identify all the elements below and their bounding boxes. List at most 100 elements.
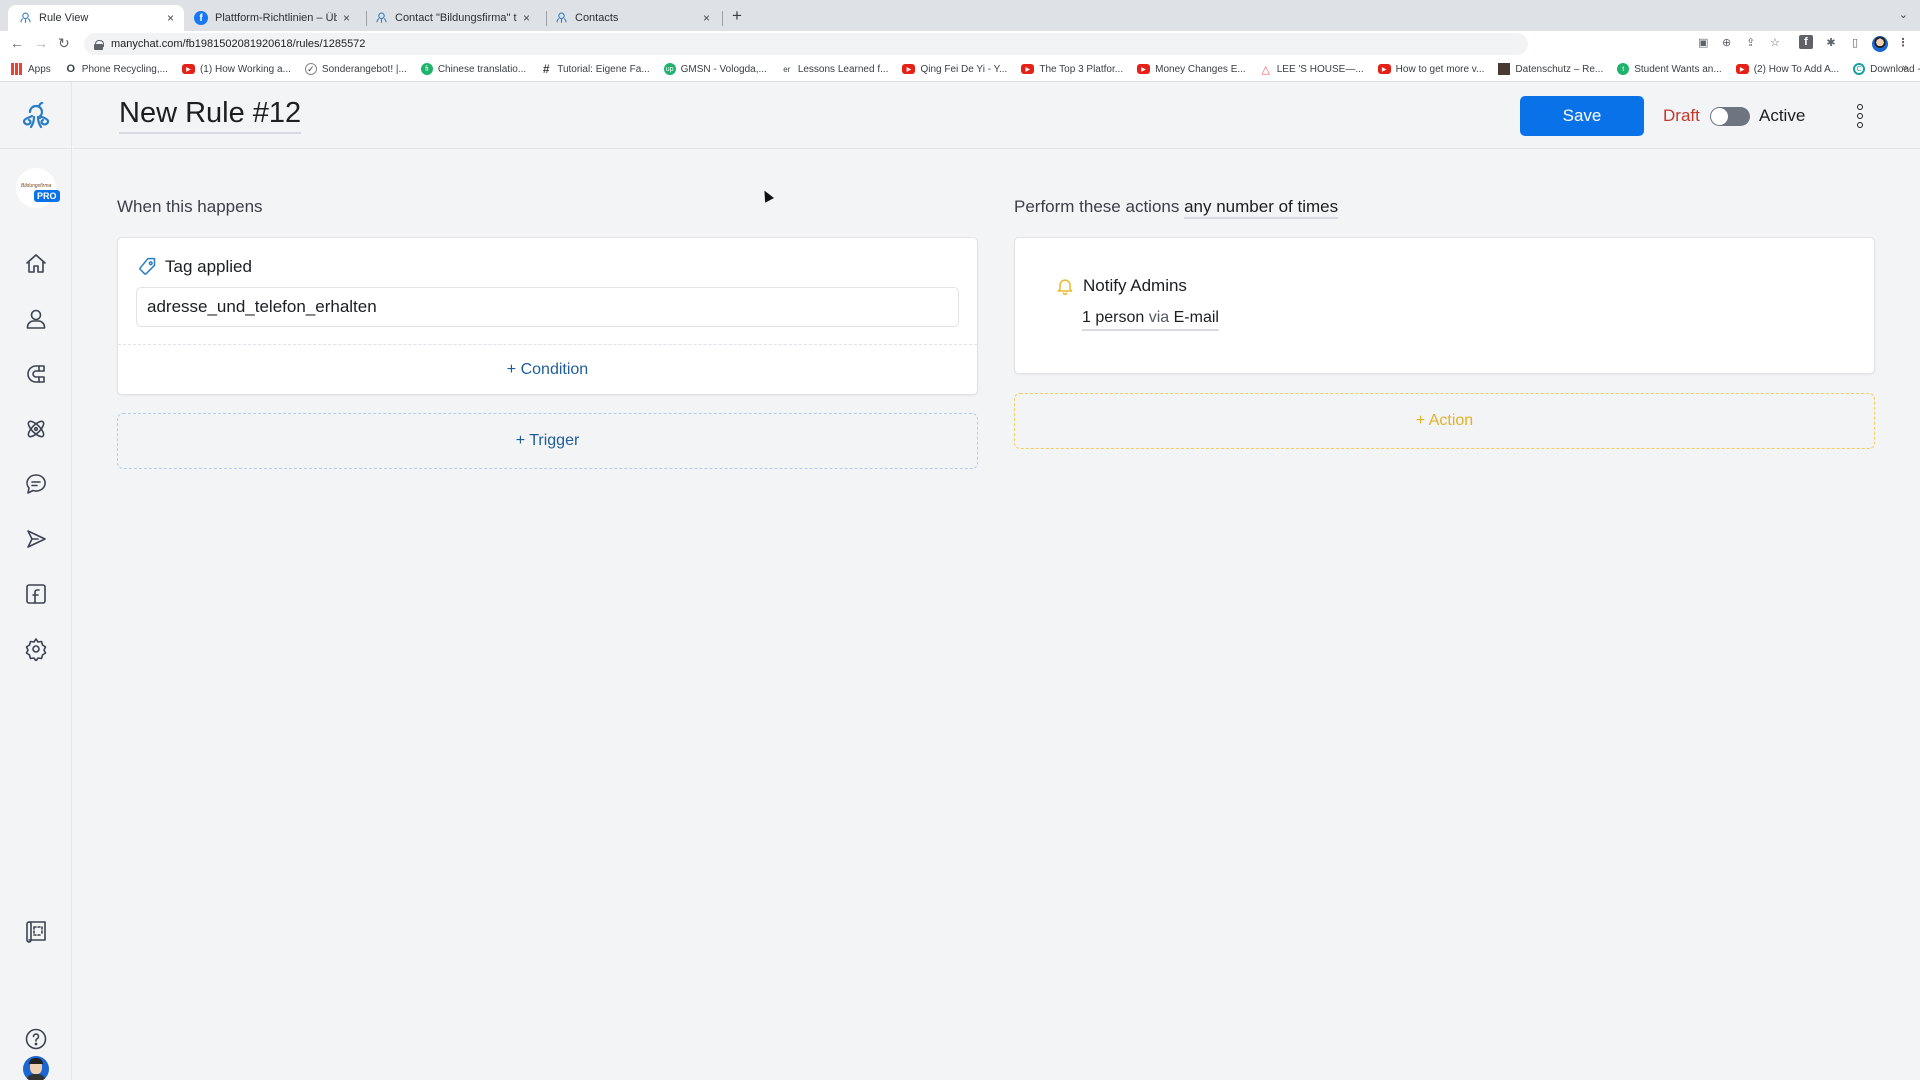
zoom-icon[interactable]: ⊕	[1722, 36, 1731, 49]
bookmark-item[interactable]: O Phone Recycling,...	[65, 63, 168, 75]
back-button[interactable]: ←	[10, 35, 24, 51]
dot	[1857, 113, 1863, 119]
bookmarks-bar: Apps O Phone Recycling,... ▶ (1) How Worki…	[0, 57, 1920, 82]
bookmark-item[interactable]: ▶ (1) How Working a...	[181, 64, 291, 75]
manychat-logo-icon	[22, 101, 50, 129]
lock-icon	[94, 39, 104, 50]
bookmark-item[interactable]: t Student Wants an...	[1617, 63, 1722, 75]
browser-tab-rule-view[interactable]: Rule View ×	[8, 5, 184, 31]
bookmark-item[interactable]: Datenschutz – Re...	[1498, 63, 1603, 75]
youtube-icon: ▶	[1735, 64, 1749, 74]
bookmark-item[interactable]: fi Chinese translatio...	[420, 63, 526, 75]
save-button[interactable]: Save	[1520, 96, 1644, 136]
more-options-button[interactable]	[1853, 102, 1867, 130]
browser-menu-icon[interactable]: ⋮	[1896, 35, 1910, 49]
sidebar-item-home[interactable]	[24, 252, 48, 276]
close-icon[interactable]: ×	[703, 11, 710, 25]
bookmark-item[interactable]: ▶ The Top 3 Platfor...	[1021, 64, 1123, 75]
youtube-icon: ▶	[181, 64, 195, 74]
bookmark-item[interactable]: # Tutorial: Eigene Fa...	[540, 62, 650, 76]
airbnb-icon: △	[1261, 63, 1270, 76]
action-recipients-link[interactable]: 1 person via E-mail	[1082, 309, 1219, 331]
share-icon[interactable]: ⇪	[1746, 36, 1755, 49]
sidebar-item-automation[interactable]	[24, 417, 48, 441]
sidebar-item-help[interactable]	[24, 1027, 48, 1051]
sidebar-item-contacts[interactable]	[24, 307, 48, 331]
app-sidebar: Bildungsfirma PRO	[0, 82, 72, 1080]
send-icon	[27, 530, 46, 548]
new-tab-button[interactable]: +	[732, 6, 742, 26]
atom-icon	[27, 420, 45, 438]
account-switcher[interactable]: Bildungsfirma PRO	[16, 168, 60, 208]
avatar[interactable]	[23, 1056, 49, 1080]
tag-select-field[interactable]: adresse_und_telefon_erhalten	[136, 287, 959, 327]
bookmark-item[interactable]: ▶ How to get more v...	[1377, 64, 1484, 75]
facebook-icon: f	[194, 11, 208, 25]
sidebar-item-broadcasting[interactable]	[24, 527, 48, 551]
account-logo-text: Bildungsfirma	[21, 183, 52, 189]
bookmark-star-icon[interactable]: ☆	[1770, 36, 1780, 49]
bookmark-item[interactable]: CDownload - Cooki...	[1853, 63, 1920, 75]
close-icon[interactable]: ×	[523, 11, 530, 25]
help-icon	[25, 1028, 47, 1050]
bookmarks-overflow-button[interactable]: »	[1902, 62, 1908, 74]
hashtag-icon: #	[542, 62, 550, 76]
action-frequency-selector[interactable]: any number of times	[1184, 197, 1339, 219]
sidebar-item-growth-tools[interactable]	[24, 362, 48, 386]
bookmark-item[interactable]: up GMSN - Vologda,...	[663, 63, 767, 75]
translate-icon[interactable]: ▣	[1698, 36, 1708, 49]
bookmark-item[interactable]: ▶ Qing Fei De Yi - Y...	[902, 64, 1007, 75]
bookmark-item[interactable]: ▶ Money Changes E...	[1137, 64, 1246, 75]
active-toggle[interactable]	[1710, 107, 1750, 126]
tab-search-chevron-icon[interactable]: ⌄	[1899, 8, 1908, 21]
action-card[interactable]: Notify Admins 1 person via E-mail	[1014, 237, 1875, 374]
draft-label: Draft	[1663, 106, 1700, 125]
browser-profile-avatar[interactable]	[1872, 36, 1888, 52]
cookie-c-icon: C	[1853, 63, 1866, 75]
gear-icon	[25, 638, 47, 661]
v-logo-icon: ✓	[304, 63, 317, 75]
bookmark-item[interactable]: ▶ (2) How To Add A...	[1735, 64, 1839, 75]
reload-button[interactable]: ↻	[58, 35, 70, 52]
bookmark-item[interactable]: er Lessons Learned f...	[781, 63, 888, 75]
manychat-logo[interactable]	[0, 82, 72, 149]
home-icon	[26, 254, 46, 273]
toggle-knob	[1711, 108, 1728, 125]
er-icon: er	[783, 64, 791, 74]
url-text: manychat.com/fb198150208192061​8/rules/1…	[111, 38, 366, 50]
add-trigger-button[interactable]: + Trigger	[117, 413, 978, 469]
forward-button[interactable]: →	[34, 35, 48, 51]
sidebar-item-facebook-ads[interactable]	[24, 582, 48, 606]
tab-title: Contact "Bildungsfirma" through	[395, 12, 517, 24]
browser-tab-strip: Rule View × f Plattform-Richtlinien – Üb…	[0, 0, 1920, 31]
add-condition-button[interactable]: + Condition	[118, 345, 977, 395]
user-icon	[26, 309, 46, 329]
channel-text: E-mail	[1173, 309, 1219, 326]
apps-grid-icon	[11, 63, 23, 75]
address-bar[interactable]: manychat.com/fb198150208192061​8/rules/1…	[84, 33, 1528, 55]
bookmark-item[interactable]: ✓ Sonderangebot! |...	[304, 63, 407, 75]
browser-tab-contacts[interactable]: Contacts ×	[544, 5, 720, 31]
browser-tab-contact[interactable]: Contact "Bildungsfirma" through ×	[364, 5, 540, 31]
trigger-title: Tag applied	[165, 257, 252, 276]
sidebar-item-settings[interactable]	[24, 637, 48, 661]
extensions-puzzle-icon[interactable]: ✱	[1824, 35, 1838, 49]
sidebar-item-templates[interactable]	[24, 919, 48, 943]
rule-title[interactable]: New Rule #12	[119, 96, 302, 134]
trigger-card[interactable]: Tag applied adresse_und_telefon_erhalten…	[117, 237, 978, 395]
bookmark-apps[interactable]: Apps	[11, 63, 51, 75]
bookmark-item[interactable]: △ LEE 'S HOUSE—...	[1260, 63, 1363, 76]
add-action-button[interactable]: + Action	[1014, 393, 1875, 449]
browser-toolbar: ← → ↻ manychat.com/fb198150208192061​8/r…	[0, 31, 1920, 57]
youtube-icon: ▶	[902, 64, 916, 74]
side-panel-icon[interactable]: ▯	[1848, 35, 1862, 49]
close-icon[interactable]: ×	[343, 11, 350, 25]
close-icon[interactable]: ×	[167, 11, 174, 25]
manychat-icon	[374, 11, 388, 25]
tab-title: Contacts	[575, 12, 619, 24]
action-label-prefix: Perform these actions	[1014, 197, 1180, 216]
facebook-extension-icon[interactable]: f	[1799, 35, 1813, 49]
sidebar-item-live-chat[interactable]	[24, 472, 48, 496]
browser-tab-plattform[interactable]: f Plattform-Richtlinien – Übersicht ×	[184, 5, 360, 31]
youtube-icon: ▶	[1377, 64, 1391, 74]
